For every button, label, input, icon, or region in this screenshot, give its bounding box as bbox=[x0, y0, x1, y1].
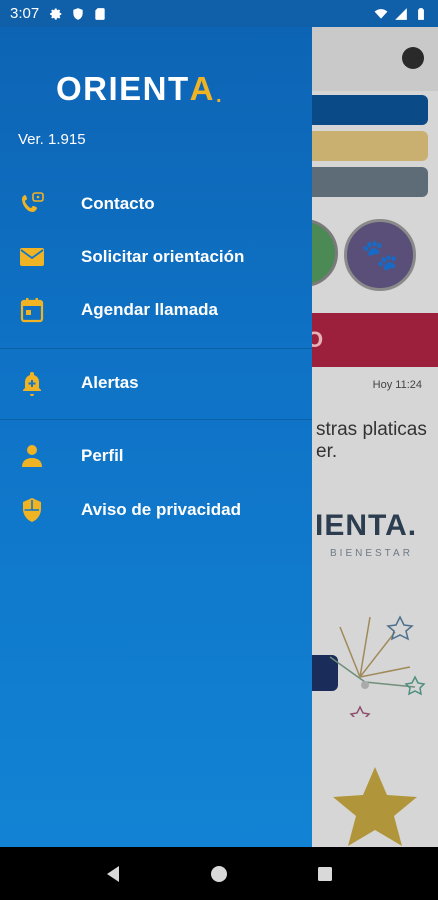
shield-icon bbox=[73, 7, 83, 20]
gear-icon bbox=[50, 7, 62, 20]
logo-dot: . bbox=[216, 85, 224, 107]
menu-label-agendar-llamada: Agendar llamada bbox=[81, 300, 218, 319]
sd-card-icon bbox=[95, 7, 105, 20]
background-message-line1: stras platicas bbox=[316, 419, 427, 440]
status-time: 3:07 bbox=[10, 5, 40, 22]
menu-item-contacto[interactable]: Contacto bbox=[0, 178, 312, 230]
battery-icon bbox=[418, 7, 424, 20]
phone-chat-icon bbox=[19, 191, 45, 217]
menu-item-perfil[interactable]: Perfil bbox=[0, 430, 312, 482]
background-button-2 bbox=[300, 131, 428, 161]
back-icon[interactable] bbox=[104, 865, 122, 883]
person-icon bbox=[19, 443, 45, 469]
menu-item-aviso-de-privacidad[interactable]: Aviso de privacidad bbox=[0, 484, 312, 536]
account-icon bbox=[402, 47, 424, 69]
signal-icon bbox=[395, 7, 407, 20]
menu-label-alertas: Alertas bbox=[81, 373, 139, 392]
menu-divider-2 bbox=[0, 419, 312, 420]
background-message-line2: er. bbox=[316, 441, 338, 462]
background-button-1 bbox=[300, 95, 428, 125]
pet-icon: 🐾 bbox=[344, 219, 416, 291]
navigation-drawer: ORIENT A. Ver. 1.915 Contacto Solicitar o… bbox=[0, 0, 312, 847]
menu-label-solicitar-orientacion: Solicitar orientación bbox=[81, 247, 245, 266]
shield-icon bbox=[19, 497, 45, 523]
bell-plus-icon bbox=[19, 370, 45, 396]
orienta-logo: ORIENT A. bbox=[56, 70, 223, 108]
system-nav-bar bbox=[0, 847, 438, 900]
background-brand-sub: BIENESTAR bbox=[330, 548, 413, 559]
wifi-icon bbox=[374, 8, 388, 19]
menu-divider-1 bbox=[0, 348, 312, 349]
logo-main: ORIENT bbox=[56, 70, 190, 107]
envelope-icon bbox=[19, 244, 45, 270]
menu-item-agendar-llamada[interactable]: Agendar llamada bbox=[0, 284, 312, 336]
logo-accent: A bbox=[189, 70, 216, 107]
menu-label-perfil: Perfil bbox=[81, 446, 124, 465]
background-timestamp: Hoy 11:24 bbox=[372, 379, 422, 391]
fireworks-illustration bbox=[329, 615, 426, 717]
background-message: stras platicas er. bbox=[316, 419, 427, 463]
home-icon[interactable] bbox=[210, 865, 228, 883]
recents-icon[interactable] bbox=[316, 865, 334, 883]
calendar-icon bbox=[19, 297, 45, 323]
background-brand: IENTA. bbox=[315, 509, 418, 542]
background-button-3 bbox=[300, 167, 428, 197]
app-version: Ver. 1.915 bbox=[18, 131, 86, 148]
menu-item-solicitar-orientacion[interactable]: Solicitar orientación bbox=[0, 231, 312, 283]
background-banner: O bbox=[290, 313, 438, 367]
menu-item-alertas[interactable]: Alertas bbox=[0, 357, 312, 409]
star-illustration bbox=[333, 767, 417, 846]
menu-label-aviso-de-privacidad: Aviso de privacidad bbox=[81, 500, 241, 519]
status-bar: 3:07 bbox=[0, 0, 438, 27]
menu-label-contacto: Contacto bbox=[81, 194, 155, 213]
